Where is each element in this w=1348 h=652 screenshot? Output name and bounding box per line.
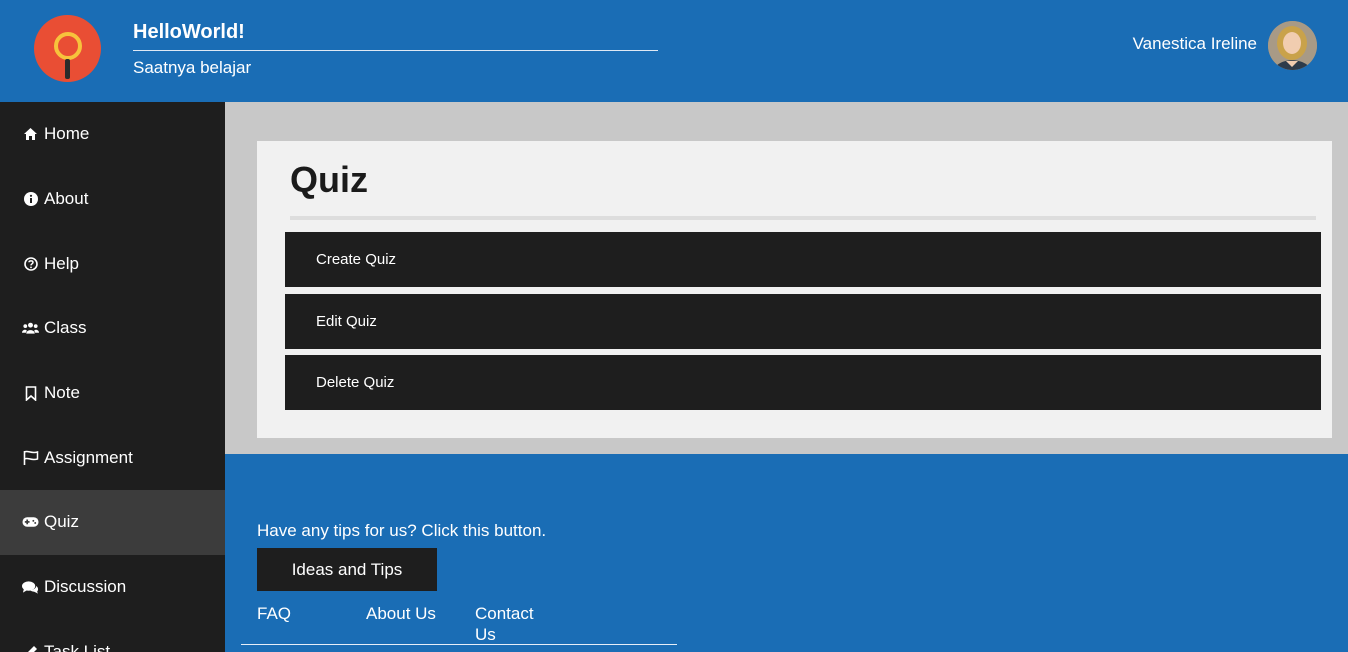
footer-link-about-us[interactable]: About Us <box>366 603 436 624</box>
sidebar: Home About Help Class Note Assignment Qu… <box>0 102 225 652</box>
sidebar-item-discussion[interactable]: Discussion <box>0 555 225 620</box>
sidebar-item-class[interactable]: Class <box>0 296 225 361</box>
brand-title: HelloWorld! <box>133 21 245 43</box>
sidebar-item-help[interactable]: Help <box>0 231 225 296</box>
brand-subtitle: Saatnya belajar <box>133 58 252 77</box>
users-icon <box>22 320 39 337</box>
footer-link-faq[interactable]: FAQ <box>257 603 291 624</box>
footer-divider <box>241 644 677 645</box>
tips-prompt: Have any tips for us? Click this button. <box>257 521 547 540</box>
bookmark-icon <box>22 385 39 402</box>
sidebar-item-label: Help <box>44 253 79 273</box>
logo-icon[interactable] <box>34 15 101 82</box>
ideas-and-tips-button[interactable]: Ideas and Tips <box>257 548 437 591</box>
sidebar-item-home[interactable]: Home <box>0 102 225 167</box>
sidebar-item-label: Note <box>44 383 80 403</box>
avatar[interactable] <box>1268 21 1317 70</box>
app-header: HelloWorld! Saatnya belajar Vanestica Ir… <box>0 0 1348 102</box>
question-circle-icon <box>22 255 39 272</box>
edit-quiz-button[interactable]: Edit Quiz <box>285 294 1321 349</box>
pencil-icon <box>22 643 39 652</box>
gamepad-icon <box>22 514 39 531</box>
sidebar-item-label: Discussion <box>44 577 127 597</box>
user-name[interactable]: Vanestica Ireline <box>1133 34 1257 54</box>
quiz-panel: Quiz Create Quiz Edit Quiz Delete Quiz <box>257 141 1332 438</box>
comments-icon <box>22 579 39 596</box>
sidebar-item-task-list[interactable]: Task List <box>0 620 225 652</box>
sidebar-item-label: Task List <box>44 641 111 652</box>
sidebar-item-about[interactable]: About <box>0 167 225 232</box>
brand-divider <box>133 50 658 51</box>
page-title: Quiz <box>290 159 368 200</box>
delete-quiz-button[interactable]: Delete Quiz <box>285 355 1321 410</box>
sidebar-item-label: Assignment <box>44 447 133 467</box>
footer-link-contact-us[interactable]: Contact Us <box>475 603 550 645</box>
sidebar-item-label: Quiz <box>44 512 79 532</box>
create-quiz-button[interactable]: Create Quiz <box>285 232 1321 287</box>
sidebar-item-note[interactable]: Note <box>0 361 225 426</box>
title-divider <box>290 216 1316 220</box>
sidebar-item-label: Class <box>44 318 87 338</box>
sidebar-item-label: Home <box>44 124 90 144</box>
flag-icon <box>22 449 39 466</box>
sidebar-item-quiz[interactable]: Quiz <box>0 490 225 555</box>
sidebar-item-assignment[interactable]: Assignment <box>0 425 225 490</box>
home-icon <box>22 126 39 143</box>
sidebar-item-label: About <box>44 189 89 209</box>
info-icon <box>22 191 39 208</box>
